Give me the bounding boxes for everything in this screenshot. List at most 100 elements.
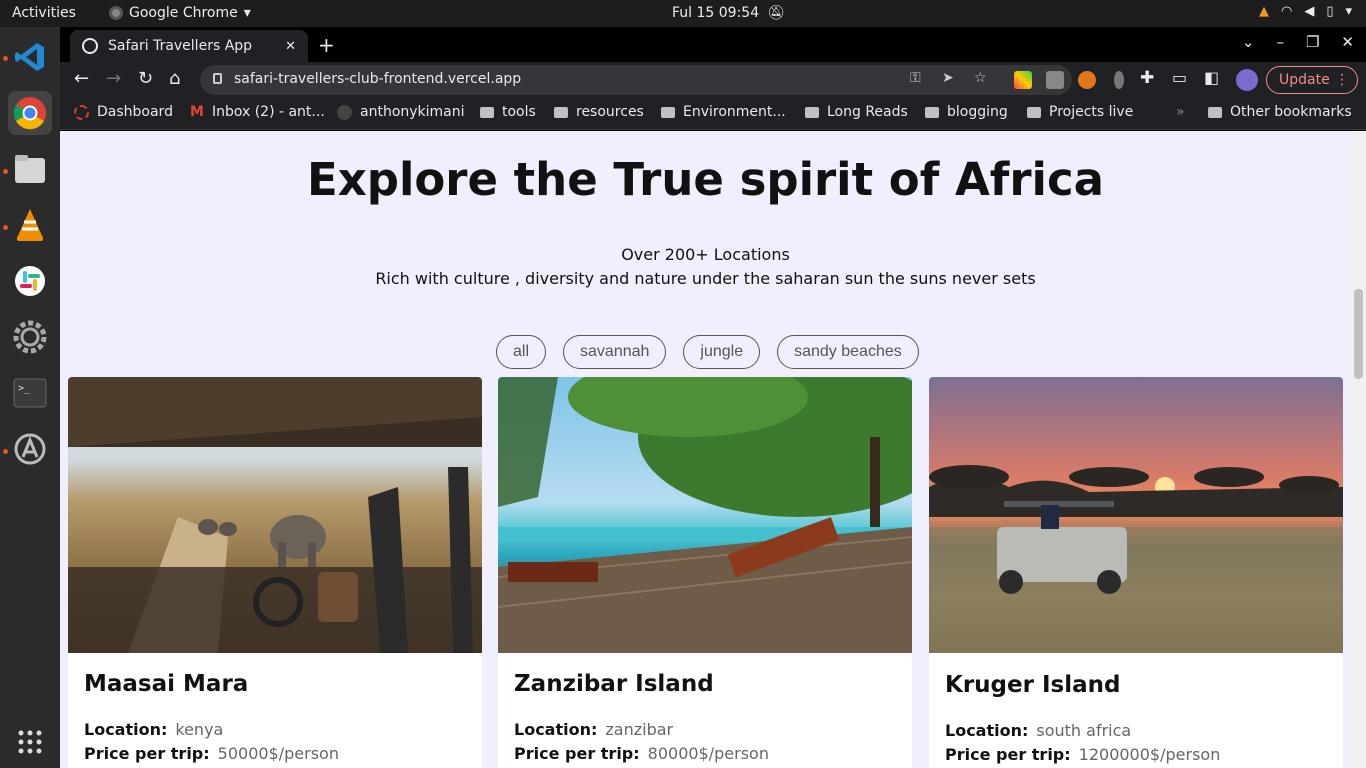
location-value: kenya bbox=[175, 720, 224, 739]
folder-icon bbox=[805, 106, 819, 118]
price-value: 50000$/person bbox=[217, 744, 339, 763]
bookmark-label: Long Reads bbox=[827, 104, 908, 120]
cast-icon[interactable]: ▭ bbox=[1172, 68, 1187, 87]
extension-grey-icon[interactable] bbox=[1046, 71, 1064, 89]
page-tagline: Rich with culture , diversity and nature… bbox=[375, 269, 1036, 288]
power-menu-icon: ▾ bbox=[1345, 4, 1352, 19]
notifications-off-icon: 🔕︎ bbox=[767, 5, 785, 21]
slack-icon[interactable] bbox=[8, 259, 52, 303]
tab-safari-travellers[interactable]: Safari Travellers App ✕ bbox=[70, 30, 308, 62]
reload-button[interactable]: ↻ bbox=[138, 68, 153, 89]
wifi-icon: ◠ bbox=[1280, 4, 1293, 19]
window-controls: ⌄ – ❐ ✕ bbox=[1242, 33, 1354, 51]
activities-button[interactable]: Activities bbox=[12, 5, 76, 21]
location-value: south africa bbox=[1036, 721, 1132, 740]
globe-icon bbox=[82, 38, 98, 54]
vlc-icon[interactable] bbox=[8, 203, 52, 247]
folder-icon bbox=[1208, 106, 1222, 118]
svg-text:>_: >_ bbox=[18, 383, 31, 394]
extension-rainbow-icon[interactable] bbox=[1014, 71, 1032, 89]
profile-avatar[interactable] bbox=[1236, 69, 1258, 91]
folder-icon bbox=[480, 106, 494, 118]
card-title: Kruger Island bbox=[945, 672, 1121, 698]
bookmark-label: blogging bbox=[947, 104, 1008, 120]
dashboard-icon bbox=[74, 104, 89, 120]
folder-icon bbox=[661, 106, 675, 118]
bookmark-github[interactable]: anthonykimani bbox=[337, 104, 465, 120]
location-value: zanzibar bbox=[605, 720, 674, 739]
scrollbar-thumb[interactable] bbox=[1354, 289, 1363, 379]
bookmarks-overflow-button[interactable]: » bbox=[1176, 104, 1185, 120]
filter-savannah[interactable]: savannah bbox=[563, 335, 667, 369]
bookmark-label: resources bbox=[576, 104, 644, 120]
card-title: Maasai Mara bbox=[84, 671, 249, 697]
bookmark-label: Inbox (2) - ant... bbox=[211, 104, 325, 120]
minimize-button[interactable]: – bbox=[1276, 33, 1284, 51]
chrome-icon[interactable] bbox=[8, 91, 52, 135]
forward-button[interactable]: → bbox=[106, 68, 121, 89]
send-icon[interactable]: ➤ bbox=[942, 70, 954, 86]
terminal-icon[interactable]: >_ bbox=[8, 371, 52, 415]
card-location: Location: kenya bbox=[84, 720, 223, 739]
kebab-menu-icon: ⋮ bbox=[1335, 72, 1349, 88]
bookmark-dashboard[interactable]: Dashboard bbox=[74, 104, 173, 120]
ubuntu-dock: >_ bbox=[0, 27, 60, 768]
filter-sandy-beaches[interactable]: sandy beaches bbox=[777, 335, 919, 369]
destination-card-maasai-mara[interactable]: Maasai Mara Location: kenya Price per tri… bbox=[68, 377, 482, 768]
new-tab-button[interactable]: + bbox=[318, 33, 335, 57]
bookmark-folder-projects-live[interactable]: Projects live bbox=[1027, 104, 1133, 120]
card-title: Zanzibar Island bbox=[514, 671, 714, 697]
tab-search-icon[interactable]: ⌄ bbox=[1242, 33, 1255, 51]
page-scrollbar[interactable] bbox=[1351, 131, 1366, 768]
settings-icon[interactable] bbox=[8, 315, 52, 359]
bookmark-folder-long-reads[interactable]: Long Reads bbox=[805, 104, 908, 120]
software-icon[interactable] bbox=[8, 427, 52, 471]
bookmark-folder-tools[interactable]: tools bbox=[480, 104, 536, 120]
price-value: 80000$/person bbox=[647, 744, 769, 763]
address-bar[interactable]: safari-travellers-club-frontend.vercel.a… bbox=[200, 65, 1072, 95]
folder-icon bbox=[1027, 106, 1041, 118]
card-location: Location: zanzibar bbox=[514, 720, 673, 739]
card-price: Price per trip: 1200000$/person bbox=[945, 745, 1220, 764]
overflow-label: » bbox=[1176, 104, 1185, 120]
bookmark-other[interactable]: Other bookmarks bbox=[1208, 104, 1352, 120]
filter-jungle[interactable]: jungle bbox=[683, 335, 761, 369]
bookmark-gmail[interactable]: M Inbox (2) - ant... bbox=[190, 104, 325, 120]
metamask-icon[interactable] bbox=[1078, 71, 1096, 89]
volume-icon: ◀︎ bbox=[1304, 4, 1315, 19]
folder-icon bbox=[925, 106, 939, 118]
filter-all[interactable]: all bbox=[496, 335, 547, 369]
bookmark-folder-environment[interactable]: Environment... bbox=[661, 104, 786, 120]
destination-card-kruger[interactable]: Kruger Island Location: south africa Pric… bbox=[929, 377, 1343, 768]
side-panel-icon[interactable]: ◧ bbox=[1204, 68, 1219, 87]
bookmark-folder-blogging[interactable]: blogging bbox=[925, 104, 1008, 120]
web-page: Explore the True spirit of Africa Over 2… bbox=[60, 131, 1351, 768]
bookmark-label: Projects live bbox=[1049, 104, 1134, 120]
bookmark-label: Other bookmarks bbox=[1230, 104, 1352, 120]
app-menu[interactable]: Google Chrome ▾ bbox=[109, 5, 251, 21]
price-label: Price per trip: bbox=[945, 745, 1071, 764]
bookmark-folder-resources[interactable]: resources bbox=[554, 104, 644, 120]
home-button[interactable]: ⌂ bbox=[169, 68, 180, 89]
extension-dot-icon[interactable] bbox=[1114, 71, 1124, 89]
maximize-button[interactable]: ❐ bbox=[1306, 33, 1319, 51]
price-value: 1200000$/person bbox=[1078, 745, 1221, 764]
close-window-button[interactable]: ✕ bbox=[1341, 33, 1354, 51]
zanzibar-photo bbox=[498, 377, 912, 653]
close-tab-icon[interactable]: ✕ bbox=[285, 39, 296, 54]
bookmark-star-icon[interactable]: ☆ bbox=[974, 70, 987, 86]
system-tray[interactable]: ▲ ◠ ◀︎ ▯ ▾ bbox=[1259, 4, 1352, 19]
gmail-icon: M bbox=[190, 104, 204, 120]
show-apps-icon[interactable] bbox=[8, 720, 52, 764]
locations-count: Over 200+ Locations bbox=[621, 245, 790, 264]
update-button[interactable]: Update ⋮ bbox=[1266, 66, 1358, 94]
bookmark-label: anthonykimani bbox=[360, 104, 465, 120]
vscode-icon[interactable] bbox=[8, 35, 52, 79]
files-icon[interactable] bbox=[8, 147, 52, 191]
back-button[interactable]: ← bbox=[74, 68, 89, 89]
destination-card-zanzibar[interactable]: Zanzibar Island Location: zanzibar Price … bbox=[498, 377, 912, 768]
clock[interactable]: Ful 15 09:54 🔕︎ bbox=[672, 5, 785, 21]
extensions-puzzle-icon[interactable]: ✚ bbox=[1140, 68, 1154, 88]
kruger-photo bbox=[929, 377, 1343, 653]
key-icon[interactable]: ⚿ bbox=[910, 70, 921, 86]
